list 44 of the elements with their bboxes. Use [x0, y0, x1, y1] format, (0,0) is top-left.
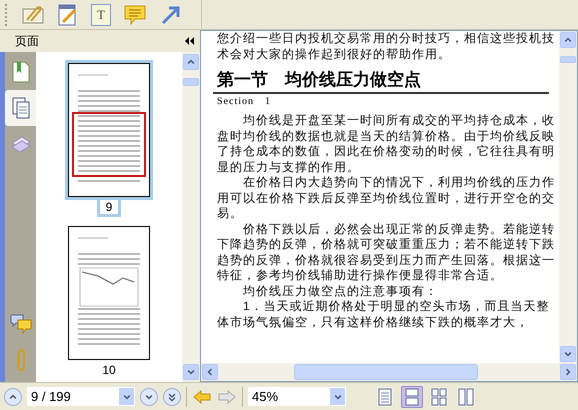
chevron-icon	[8, 392, 18, 402]
text-box-tool[interactable]: T	[91, 4, 111, 26]
body-paragraph: 均价线压力做空点的注意事项有：	[242, 284, 439, 299]
zoom-value: 45%	[252, 388, 278, 406]
chevron-icon	[563, 35, 573, 45]
scroll-up-button[interactable]	[560, 32, 576, 48]
panel-tab[interactable]	[5, 90, 36, 126]
page-number-field[interactable]: 9 / 199	[27, 387, 135, 406]
body-paragraph: 价格下跌以后，必然会出现正常的反弹走势。若能逆转下降趋势的反弹，价格就可突破重重压力；若不能逆转下跌趋势的反弹，价格就很容易受到压力而产生回落。根据这一特征，参考均价线辅助进行操作便显得非常合适。	[217, 222, 556, 284]
layers-icon	[10, 134, 32, 154]
zoom-field[interactable]: 45%	[248, 387, 346, 406]
page-number-value: 9 / 199	[31, 388, 71, 406]
body-paragraph: 您介绍一些日内投机交易常用的分时技巧，相信这些投机技	[217, 31, 556, 46]
horizontal-scroll-thumb[interactable]	[294, 364, 478, 380]
page-number-label: 9	[96, 200, 122, 217]
body-paragraph: 1．当天或近期价格处于明显的空头市场，而且当天整体市场气氛偏空，只有这样价格继续下跌的概率才大，	[217, 299, 551, 330]
page-number-label: 10	[101, 363, 117, 377]
scroll-right-button[interactable]	[560, 364, 576, 380]
scroll-thumb[interactable]	[560, 56, 576, 63]
back-button[interactable]	[192, 388, 212, 406]
panel-title: 页面	[15, 33, 39, 50]
next-page-button[interactable]	[140, 388, 158, 406]
notepad-pencil-icon[interactable]	[57, 2, 79, 26]
body-paragraph: 在价格日内大趋势向下的情况下，利用均价线的压力作用可以在价格下跌后反弹至均价线位置时，进行开空仓的交易。	[217, 175, 556, 222]
scroll-down-button[interactable]	[183, 364, 199, 380]
collapse-panel-icon[interactable]	[185, 37, 194, 45]
previous-page-button[interactable]	[4, 388, 22, 406]
scroll-thumb[interactable]	[183, 78, 199, 86]
pages-icon	[10, 96, 30, 120]
scroll-up-button[interactable]	[183, 54, 199, 70]
double-chevron-icon	[167, 392, 177, 402]
section-heading: 第一节 均价线压力做空点	[217, 70, 421, 90]
scroll-left-button[interactable]	[202, 364, 218, 380]
section-subtitle: Section 1	[217, 95, 271, 109]
paperclip-pencil-icon[interactable]	[21, 4, 45, 26]
scroll-down-button[interactable]	[560, 346, 576, 362]
body-paragraph: 均价线是开盘至某一时间所有成交的平均持仓成本，收盘时均价线的数据也就是当天的结算价格。由于均价线反映了持仓成本的数值，因此在价格变动的时候，它往往具有明显的压力与支撑的作用。	[217, 113, 556, 175]
view-mode-button[interactable]	[401, 386, 423, 408]
bookmark-page-icon	[10, 60, 30, 84]
comment-icon[interactable]	[123, 4, 147, 26]
comments-icon	[10, 313, 32, 335]
body-paragraph: 术会对大家的操作起到很好的帮助作用。	[217, 46, 452, 62]
last-page-button[interactable]	[163, 388, 181, 406]
chevron-icon	[186, 57, 196, 67]
